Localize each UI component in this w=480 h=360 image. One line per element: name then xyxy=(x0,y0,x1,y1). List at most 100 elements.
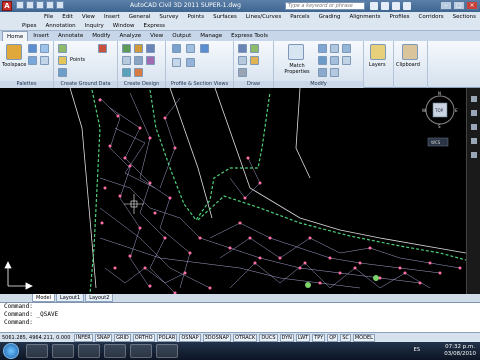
dyn-toggle[interactable]: DYN xyxy=(279,334,294,342)
tab-output[interactable]: Output xyxy=(168,31,195,41)
menu-item[interactable]: Annotation xyxy=(45,22,75,30)
tab-analyze[interactable]: Analyze xyxy=(115,31,145,41)
clipboard-label[interactable]: Clipboard xyxy=(396,62,420,68)
trim-icon[interactable] xyxy=(318,68,327,77)
coordinate-readout[interactable]: 5061.285, 4964.211, 0.000 xyxy=(2,333,72,342)
menu-item[interactable]: Corridors xyxy=(418,12,443,22)
profile-tools-icon[interactable] xyxy=(172,58,181,67)
ortho-toggle[interactable]: ORTHO xyxy=(132,334,155,342)
search-input[interactable]: Type a keyword or phrase xyxy=(285,2,365,10)
copy-icon[interactable] xyxy=(330,44,339,53)
design-panel-label[interactable]: Create Design xyxy=(118,81,165,88)
properties-icon[interactable] xyxy=(40,56,49,65)
scale-icon[interactable] xyxy=(342,56,351,65)
menu-item[interactable]: Window xyxy=(113,22,135,30)
prospector-icon[interactable] xyxy=(28,44,37,53)
palettes-panel-label[interactable]: Palettes xyxy=(0,81,53,88)
pipe-network-icon[interactable] xyxy=(134,68,143,77)
menu-item[interactable]: Alignments xyxy=(349,12,380,22)
layers-label[interactable]: Layers xyxy=(369,62,386,68)
menu-item[interactable]: Surfaces xyxy=(213,12,237,22)
menu-item[interactable]: Grading xyxy=(319,12,341,22)
layers-icon[interactable] xyxy=(370,44,386,60)
erase-icon[interactable] xyxy=(330,68,339,77)
save-icon[interactable] xyxy=(36,1,44,9)
match-properties-icon[interactable] xyxy=(288,44,304,60)
browser-icon[interactable] xyxy=(78,344,100,358)
orbit-icon[interactable] xyxy=(471,138,477,144)
undo-icon[interactable] xyxy=(46,1,54,9)
modify-panel-label[interactable]: Modify xyxy=(274,81,363,88)
tab-home[interactable]: Home xyxy=(2,31,29,41)
polyline-icon[interactable] xyxy=(250,44,259,53)
help-icon[interactable] xyxy=(403,2,411,10)
menu-item[interactable]: Insert xyxy=(104,12,120,22)
tab-layout1[interactable]: Layout1 xyxy=(56,294,85,302)
toolspace-icon[interactable] xyxy=(6,44,22,60)
steering-wheel-icon[interactable] xyxy=(471,96,477,102)
language-indicator[interactable]: ES xyxy=(414,347,420,353)
menu-item[interactable]: Profiles xyxy=(390,12,410,22)
stretch-icon[interactable] xyxy=(342,44,351,53)
communication-center-icon[interactable] xyxy=(381,2,389,10)
clipboard-icon[interactable] xyxy=(402,44,418,60)
survey-icon[interactable] xyxy=(28,56,37,65)
tab-express-tools[interactable]: Express Tools xyxy=(227,31,272,41)
command-prompt[interactable]: Command: xyxy=(4,319,480,327)
rotate-icon[interactable] xyxy=(318,56,327,65)
section-tools-icon[interactable] xyxy=(186,58,195,67)
hatch-icon[interactable] xyxy=(238,68,247,77)
alignment-icon[interactable] xyxy=(122,56,131,65)
media-player-icon[interactable] xyxy=(52,344,74,358)
tpy-toggle[interactable]: TPY xyxy=(312,334,326,342)
snap-toggle[interactable]: SNAP xyxy=(94,334,113,342)
import-survey-icon[interactable] xyxy=(58,44,67,53)
command-line[interactable]: Command: Command: _QSAVE Command: xyxy=(0,302,480,332)
create-points-icon[interactable] xyxy=(98,44,107,53)
explorer-icon[interactable] xyxy=(26,344,48,358)
menu-item[interactable]: Inquiry xyxy=(85,22,104,30)
points-label[interactable]: Points xyxy=(70,57,85,63)
ground-data-panel-label[interactable]: Create Ground Data xyxy=(54,81,117,88)
menu-item[interactable]: General xyxy=(129,12,151,22)
minimize-button[interactable]: – xyxy=(440,1,452,10)
corridor-icon[interactable] xyxy=(146,56,155,65)
line-icon[interactable] xyxy=(238,44,247,53)
menu-item[interactable]: Pipes xyxy=(22,22,36,30)
surfaces-icon[interactable] xyxy=(58,56,67,65)
otrack-toggle[interactable]: OTRACK xyxy=(232,334,258,342)
menu-item[interactable]: Edit xyxy=(62,12,73,22)
pan-icon[interactable] xyxy=(471,110,477,116)
sc-toggle[interactable]: SC xyxy=(340,334,351,342)
maximize-button[interactable]: □ xyxy=(453,1,465,10)
tab-model[interactable]: Model xyxy=(32,294,56,302)
drawing-canvas[interactable]: TOP N S W E WCS xyxy=(0,88,466,294)
menu-item[interactable]: Parcels xyxy=(290,12,309,22)
menu-item[interactable]: Survey xyxy=(159,12,178,22)
tab-modify[interactable]: Modify xyxy=(88,31,114,41)
autocad-taskbar-icon[interactable] xyxy=(130,344,152,358)
recorder-icon[interactable] xyxy=(156,344,178,358)
settings-icon[interactable] xyxy=(40,44,49,53)
draw-panel-label[interactable]: Draw xyxy=(234,81,273,88)
sample-lines-icon[interactable] xyxy=(186,44,195,53)
menu-item[interactable]: Lines/Curves xyxy=(246,12,281,22)
mirror-icon[interactable] xyxy=(330,56,339,65)
menu-item[interactable]: Sections xyxy=(453,12,476,22)
profile-view-icon[interactable] xyxy=(172,44,181,53)
folder-icon[interactable] xyxy=(104,344,126,358)
application-menu-icon[interactable]: A xyxy=(2,1,12,11)
clock[interactable]: 07:32 p.m. 03/08/2010 xyxy=(444,344,476,358)
new-file-icon[interactable] xyxy=(16,1,24,9)
zoom-icon[interactable] xyxy=(471,124,477,130)
grading-icon[interactable] xyxy=(146,44,155,53)
match-properties-label[interactable]: Match Properties xyxy=(283,63,311,75)
circle-icon[interactable] xyxy=(238,56,247,65)
redo-icon[interactable] xyxy=(56,1,64,9)
search-icon[interactable] xyxy=(370,2,378,10)
model-toggle[interactable]: MODEL xyxy=(352,334,375,342)
profile-icon[interactable] xyxy=(134,56,143,65)
tab-insert[interactable]: Insert xyxy=(29,31,53,41)
3dosnap-toggle[interactable]: 3DOSNAP xyxy=(202,334,231,342)
intersection-icon[interactable] xyxy=(122,68,131,77)
